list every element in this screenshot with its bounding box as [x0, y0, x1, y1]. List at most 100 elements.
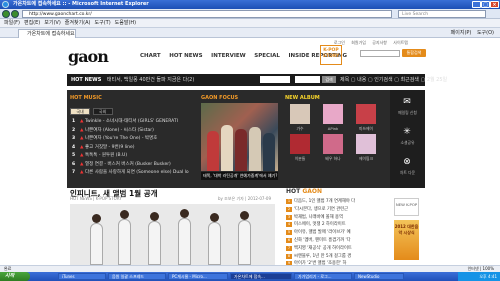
album-title[interactable]: 미쓰에이: [352, 126, 380, 132]
chart-row[interactable]: 5 ▲ 톡톡톡 - 원투원 (B.U): [72, 152, 197, 161]
list-item[interactable]: 2 '다시본다, 생으로 기연 관련근: [286, 206, 386, 214]
news-ticker-headline[interactable]: 태티서, 백일몽 40만건 돌파 지금은 다(2): [107, 77, 194, 83]
list-item[interactable]: 5 아이유, 앨범 발매 '라이브가' 예: [286, 229, 386, 237]
list-item[interactable]: 7 백지영 '재공식' 공개 하이라이트: [286, 245, 386, 253]
menu-tools[interactable]: 도구(T): [95, 19, 111, 28]
status-bar: 완료 인터넷 | 100%: [0, 265, 500, 272]
minimize-icon[interactable]: _: [472, 1, 481, 8]
album-title[interactable]: 가수: [286, 126, 314, 132]
taskbar-item[interactable]: iTunes: [58, 273, 106, 280]
side-banner-ad[interactable]: 2012 대한음악 시상식: [394, 220, 419, 260]
side-banner-top[interactable]: NEW K-POP: [394, 198, 419, 216]
chart-song: 나쁜여자 (You're The One) - 박명호: [85, 136, 158, 141]
album-title[interactable]: 이분들: [286, 156, 314, 162]
forward-icon[interactable]: [11, 10, 19, 18]
maximize-icon[interactable]: ▢: [481, 1, 490, 8]
share-icon[interactable]: ✳: [400, 126, 414, 138]
nav-interview[interactable]: INTERVIEW: [211, 53, 246, 59]
list-item[interactable]: 8 씨엔블루, 1년 만 5개 걸그룹 경: [286, 253, 386, 261]
album-title[interactable]: APink: [319, 126, 347, 131]
menu-help[interactable]: 도움말(H): [115, 19, 136, 28]
sitemap-link[interactable]: 사이트맵: [393, 40, 408, 45]
chart-song: Twinkle - 소녀시대-태티서 (GIRLS' GENERATI: [85, 119, 178, 124]
start-button[interactable]: 시작: [0, 272, 30, 281]
tab-foreign[interactable]: 국외: [92, 108, 113, 115]
chart-rank: 6: [72, 161, 76, 167]
article-photo[interactable]: [70, 204, 275, 265]
url-input[interactable]: http://www.gaonchart.co.kr/: [22, 10, 392, 18]
album-cover[interactable]: [356, 104, 376, 124]
hot-gaon-prefix: HOT: [286, 188, 301, 195]
tools-menu[interactable]: 도구(O): [477, 30, 494, 36]
notice-link[interactable]: 공지사항: [372, 40, 387, 45]
mail-icon[interactable]: ✉: [400, 96, 414, 108]
music-chart: 1 ▲ Twinkle - 소녀시대-태티서 (GIRLS' GENERATI 2 ▲…: [72, 118, 197, 178]
list-item[interactable]: 3 박재범, 나래바에 올해 용역: [286, 214, 386, 222]
album-title[interactable]: 에이핑크: [352, 156, 380, 162]
news-search-button[interactable]: 검색: [322, 76, 336, 83]
list-number-icon: 7: [286, 245, 292, 251]
window-titlebar: 가온차트에 접속하세요 :: - Microsoft Internet Expl…: [0, 0, 500, 9]
news-search-field-2[interactable]: [295, 76, 320, 83]
nav-chart[interactable]: CHART: [140, 53, 161, 59]
gaon-logo[interactable]: gaon: [68, 47, 109, 66]
taskbar-item[interactable]: PC게시물 - Micro...: [168, 273, 228, 280]
chart-row[interactable]: 2 ▲ 나쁜여자 (Alone) - 씨스타 (Sistar): [72, 127, 197, 136]
chart-song: 좋고 거짓말 - 9번(9 line): [85, 144, 135, 150]
article-category: HOT NEWS | K-POP STORY: [70, 196, 122, 201]
chart-row[interactable]: 6 ▲ 열정 연결 - 버스커 버스커 (Busker Busker): [72, 161, 197, 170]
gaon-focus-image[interactable]: [201, 103, 278, 171]
news-links[interactable]: 제목 ▢ 내용 ▢ 인기검색 ▢ 최근검색 ▢ 2월 25일: [340, 74, 447, 86]
page-menu[interactable]: 페이지(P): [451, 30, 472, 36]
album-title[interactable]: 배우 하나: [319, 156, 347, 162]
photo-head: [180, 209, 189, 218]
system-tray[interactable]: 오후 4:41: [458, 272, 500, 281]
hot-gaon-suffix: GAON: [302, 188, 323, 195]
chart-row[interactable]: 7 ▲ 다른 사람을 사랑하게 되면 (Someone else) Dual lo: [72, 169, 197, 178]
tab-domestic[interactable]: 국내: [70, 108, 90, 115]
taskbar-item[interactable]: NewStudio: [354, 273, 404, 280]
tab-gaonchart[interactable]: 가온차트에 접속하세요: [18, 29, 76, 38]
chart-rank: 2: [72, 127, 76, 133]
photo-figure: [208, 222, 221, 265]
back-icon[interactable]: [2, 10, 10, 18]
live-search-input[interactable]: Live Search: [398, 10, 486, 18]
site-search-input[interactable]: [360, 50, 400, 57]
album-cover[interactable]: [290, 134, 310, 154]
menu-file[interactable]: 파일(F): [4, 19, 20, 28]
news-search-field[interactable]: [260, 76, 290, 83]
menu-edit[interactable]: 편집(E): [24, 19, 40, 28]
list-item[interactable]: 4 미스에이, 멋쟁 2 하이라이트: [286, 221, 386, 229]
taskbar-item-active[interactable]: 가온차트에 접속...: [230, 273, 292, 280]
download-icon[interactable]: ⊗: [400, 156, 414, 168]
menu-favorites[interactable]: 즐겨찾기(A): [65, 19, 91, 28]
kpop-story-link[interactable]: K-POP STORY: [320, 45, 342, 65]
music-tabs: 국내 국외: [70, 108, 114, 115]
gaon-focus-caption[interactable]: 태쪽, '대박 라틴공개' 연예가중계'에서 얘기?: [201, 172, 278, 180]
menu-view[interactable]: 보기(V): [44, 19, 61, 28]
taskbar-item[interactable]: 가가업리기 - 로그...: [294, 273, 352, 280]
list-item[interactable]: 6 신화 '멤버, 팬미트 흥겹기까 '다: [286, 237, 386, 245]
hot-gaon-title: HOT GAON: [286, 188, 322, 195]
mailing-label[interactable]: 메일링 신청: [390, 110, 425, 116]
list-item[interactable]: 1 다음드, 1인 앨범 7개 연계해야 다: [286, 198, 386, 206]
album-cover[interactable]: [323, 104, 343, 124]
album-cover[interactable]: [356, 134, 376, 154]
chart-row[interactable]: 1 ▲ Twinkle - 소녀시대-태티서 (GIRLS' GENERATI: [72, 118, 197, 127]
site-search-button[interactable]: 통합검색: [402, 49, 426, 57]
nav-hot-news[interactable]: HOT NEWS: [169, 53, 202, 59]
tab-bar: 가온차트에 접속하세요 페이지(P) 도구(O): [0, 28, 500, 38]
list-number-icon: 4: [286, 222, 292, 228]
chart-row[interactable]: 4 ▲ 좋고 거짓말 - 9번(9 line): [72, 144, 197, 153]
share-label[interactable]: 소셜공유: [390, 140, 425, 146]
nav-special[interactable]: SPECIAL: [254, 53, 280, 59]
close-icon[interactable]: ×: [490, 1, 499, 8]
signup-link[interactable]: 회원가입: [351, 40, 366, 45]
list-item-text: 신화 '멤버, 팬미트 흥겹기까 '다: [294, 237, 351, 243]
album-cover[interactable]: [290, 104, 310, 124]
download-label[interactable]: 차트 다운: [390, 170, 425, 176]
list-item-text: 미스에이, 멋쟁 2 하이라이트: [294, 222, 346, 228]
chart-row[interactable]: 3 ▲ 나쁜여자 (You're The One) - 박명호: [72, 135, 197, 144]
taskbar-item[interactable]: 음원 일괄 스프레드: [108, 273, 166, 280]
album-cover[interactable]: [323, 134, 343, 154]
